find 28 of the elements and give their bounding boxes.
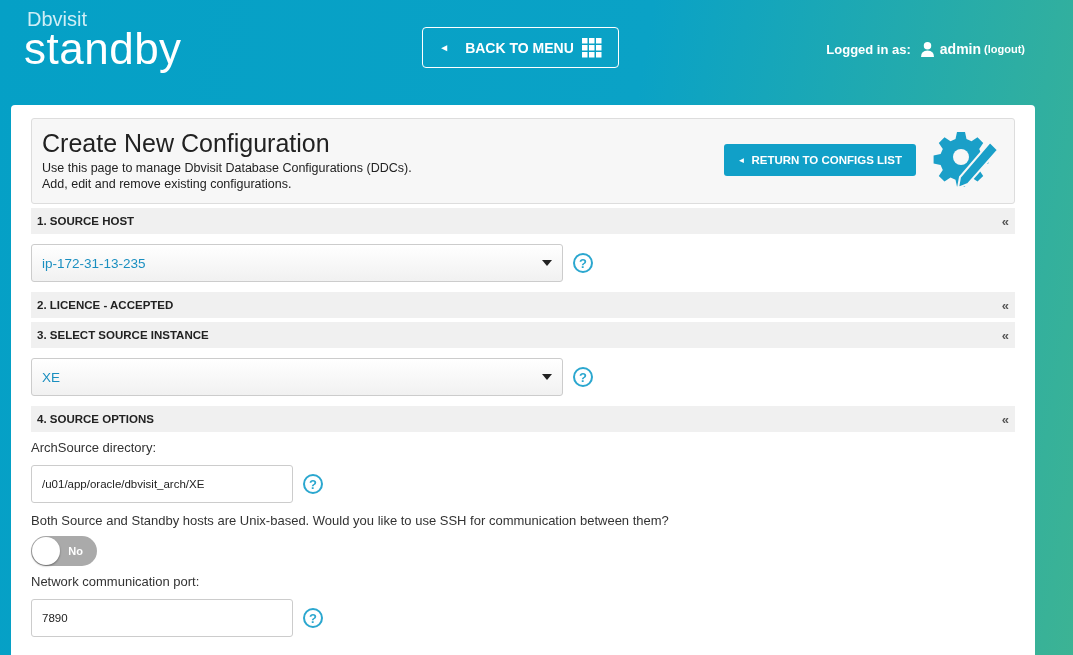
collapse-toggle[interactable]: «	[1001, 411, 1009, 427]
field-label: ArchSource directory:	[31, 440, 157, 455]
dropdown[interactable]: ip-172-31-13-235	[31, 244, 563, 282]
section-title: 2. LICENCE - ACCEPTED	[37, 299, 174, 311]
section-header[interactable]: 2. LICENCE - ACCEPTED «	[31, 292, 1015, 318]
dropdown[interactable]: XE	[31, 358, 563, 396]
section-title: 4. SOURCE OPTIONS	[37, 413, 154, 425]
caret-icon	[542, 374, 552, 380]
username: admin	[939, 41, 982, 57]
collapse-toggle[interactable]: «	[1001, 213, 1009, 229]
caret-icon	[542, 260, 552, 266]
input-field[interactable]: 7890	[31, 599, 293, 637]
section-title: 3. SELECT SOURCE INSTANCE	[37, 329, 209, 341]
intro-text: Add, edit and remove existing configurations.	[42, 175, 293, 192]
input-field[interactable]: /u01/app/oracle/dbvisit_arch/XE	[31, 465, 293, 503]
grid-icon	[581, 37, 602, 58]
section-header[interactable]: 4. SOURCE OPTIONS «	[31, 406, 1015, 432]
logged-in-label: Logged in as:	[826, 41, 911, 57]
collapse-toggle[interactable]: «	[1001, 297, 1009, 313]
user-icon	[920, 41, 934, 57]
section-header[interactable]: 3. SELECT SOURCE INSTANCE «	[31, 322, 1015, 348]
field-label: Network communication port:	[31, 574, 201, 589]
intro-text: Use this page to manage Dbvisit Database Configurations (DDCs).	[42, 159, 413, 176]
section-header[interactable]: 1. SOURCE HOST «	[31, 208, 1015, 234]
page-title: Create New Configuration	[42, 128, 331, 158]
section-title: 1. SOURCE HOST	[37, 215, 135, 227]
field-label: Both Source and Standby hosts are Unix-based. Would you like to use SSH for communication between them?	[31, 513, 670, 528]
collapse-toggle[interactable]: «	[1001, 327, 1009, 343]
